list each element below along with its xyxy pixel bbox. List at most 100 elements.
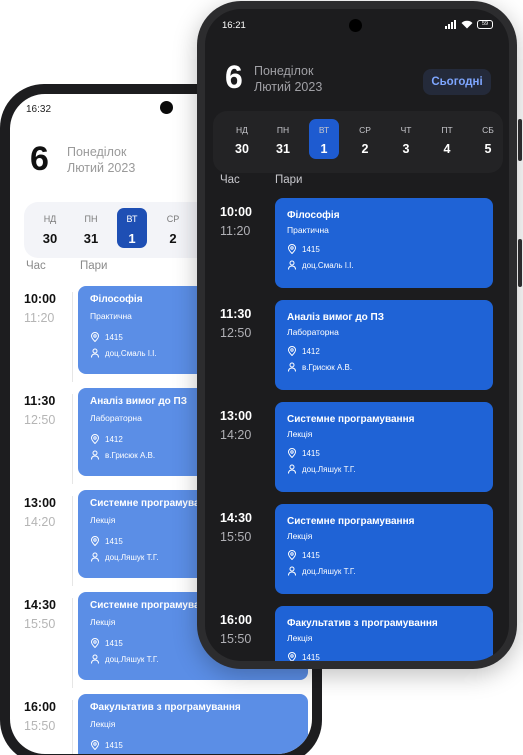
weekday-label: Понеділок (67, 145, 127, 159)
day-date: 30 (42, 231, 58, 246)
lesson-title: Факультатив з програмування (287, 618, 438, 629)
lesson-room: 1412 (287, 346, 320, 356)
week-day-mon[interactable]: ПН 31 (76, 208, 106, 248)
week-day-tue-selected[interactable]: ВТ 1 (117, 208, 147, 248)
day-name: СР (359, 125, 371, 135)
volume-button (518, 119, 522, 161)
day-name: ПТ (441, 125, 453, 135)
lesson-title: Системне програмування (287, 414, 415, 425)
timeline-divider (72, 496, 73, 586)
person-icon (288, 566, 296, 576)
lesson-room: 1415 (90, 332, 123, 342)
person-icon (91, 654, 99, 664)
today-button[interactable]: Сьогодні (423, 69, 491, 95)
week-day-wed[interactable]: СР 2 (158, 208, 188, 248)
lesson-start-time: 13:00 (220, 409, 252, 423)
room-number: 1415 (302, 244, 320, 254)
day-date: 3 (402, 142, 410, 156)
week-day-mon[interactable]: ПН 31 (268, 119, 298, 159)
day-date: 1 (320, 142, 328, 156)
lesson-end-time: 14:20 (24, 515, 56, 529)
lesson-room: 1415 (287, 652, 320, 661)
pairs-column-header: Пари (80, 260, 108, 272)
lesson-type: Лекція (90, 617, 116, 627)
lesson-room: 1415 (90, 638, 123, 648)
week-day-fri[interactable]: ПТ 4 (432, 119, 462, 159)
day-date: 2 (169, 231, 177, 246)
lesson-teacher: доц.Смаль І.І. (287, 260, 354, 270)
camera-cutout (349, 19, 362, 32)
status-time: 16:32 (26, 104, 52, 115)
time-column-header: Час (26, 260, 46, 272)
lesson-end-time: 12:50 (220, 326, 252, 340)
teacher-name: доц.Ляшук Т.Г. (105, 654, 159, 664)
month-year-label: Лютий 2023 (254, 80, 323, 94)
day-date: 4 (443, 142, 451, 156)
lesson-start-time: 16:00 (24, 700, 56, 714)
lesson-end-time: 11:20 (24, 311, 55, 325)
location-pin-icon (90, 434, 100, 444)
lesson-card[interactable]: Філософія Практична 1415 доц.Смаль І.І. (275, 198, 493, 288)
location-pin-icon (90, 332, 100, 342)
lesson-row: 16:00 15:50 Факультатив з програмування … (205, 606, 509, 661)
day-number: 6 (30, 140, 49, 178)
lesson-type: Лекція (287, 429, 313, 439)
week-day-tue-selected[interactable]: ВТ 1 (309, 119, 339, 159)
room-number: 1415 (302, 550, 320, 560)
lesson-title: Системне програмування (287, 516, 415, 527)
location-pin-icon (287, 652, 297, 661)
lesson-room: 1415 (287, 448, 320, 458)
lesson-start-time: 11:30 (220, 307, 252, 321)
day-name: ВТ (318, 125, 330, 135)
lesson-type: Лабораторна (287, 327, 339, 337)
lesson-end-time: 15:50 (220, 530, 252, 544)
day-name: ЧТ (400, 125, 412, 135)
lesson-room: 1415 (287, 244, 320, 254)
wifi-icon (461, 20, 473, 29)
teacher-name: доц.Ляшук Т.Г. (105, 552, 159, 562)
person-icon (288, 260, 296, 270)
week-day-sat[interactable]: СБ 5 (473, 119, 503, 159)
week-strip: НД 30 ПН 31 ВТ 1 СР 2 ЧТ 3 ПТ 4 СБ 5 (213, 111, 503, 173)
week-day-wed[interactable]: СР 2 (350, 119, 380, 159)
day-date: 1 (128, 231, 136, 246)
location-pin-icon (287, 346, 297, 356)
lesson-teacher: доц.Ляшук Т.Г. (287, 566, 355, 576)
day-name: ПН (84, 214, 98, 224)
battery-icon: 59 (477, 20, 493, 29)
lesson-title: Аналіз вимог до ПЗ (287, 312, 385, 323)
room-number: 1415 (105, 638, 123, 648)
week-day-sun[interactable]: НД 30 (227, 119, 257, 159)
day-date: 5 (484, 142, 492, 156)
lesson-card[interactable]: Факультатив з програмування Лекція 1415 (275, 606, 493, 661)
lesson-start-time: 16:00 (220, 613, 252, 627)
lesson-type: Лекція (287, 633, 313, 643)
week-day-thu[interactable]: ЧТ 3 (391, 119, 421, 159)
location-pin-icon (90, 536, 100, 546)
timeline-divider (72, 394, 73, 484)
lesson-row: 10:00 11:20 Філософія Практична 1415 доц… (205, 198, 509, 297)
lesson-start-time: 14:30 (24, 598, 56, 612)
week-day-sun[interactable]: НД 30 (35, 208, 65, 248)
lesson-teacher: доц.Ляшук Т.Г. (90, 552, 158, 562)
lesson-start-time: 11:30 (24, 394, 56, 408)
lesson-card[interactable]: Факультатив з програмування Лекція 1415 (78, 694, 308, 754)
lesson-start-time: 14:30 (220, 511, 252, 525)
location-pin-icon (90, 638, 100, 648)
location-pin-icon (90, 740, 100, 750)
lesson-title: Факультатив з програмування (90, 702, 241, 713)
lesson-card[interactable]: Системне програмування Лекція 1415 доц.Л… (275, 402, 493, 492)
lesson-start-time: 13:00 (24, 496, 56, 510)
room-number: 1415 (105, 536, 123, 546)
day-name: ВТ (126, 214, 138, 224)
lesson-type: Практична (90, 311, 132, 321)
person-icon (91, 450, 99, 460)
room-number: 1415 (105, 740, 123, 750)
lesson-type: Лекція (287, 531, 313, 541)
lesson-card[interactable]: Системне програмування Лекція 1415 доц.Л… (275, 504, 493, 594)
dark-phone-mockup: 16:21 59 6 Понеділок Лютий 2023 Сьогодні… (197, 1, 522, 669)
teacher-name: доц.Смаль І.І. (105, 348, 157, 358)
lesson-card[interactable]: Аналіз вимог до ПЗ Лабораторна 1412 в.Гр… (275, 300, 493, 390)
room-number: 1412 (105, 434, 123, 444)
time-column-header: Час (220, 174, 240, 186)
